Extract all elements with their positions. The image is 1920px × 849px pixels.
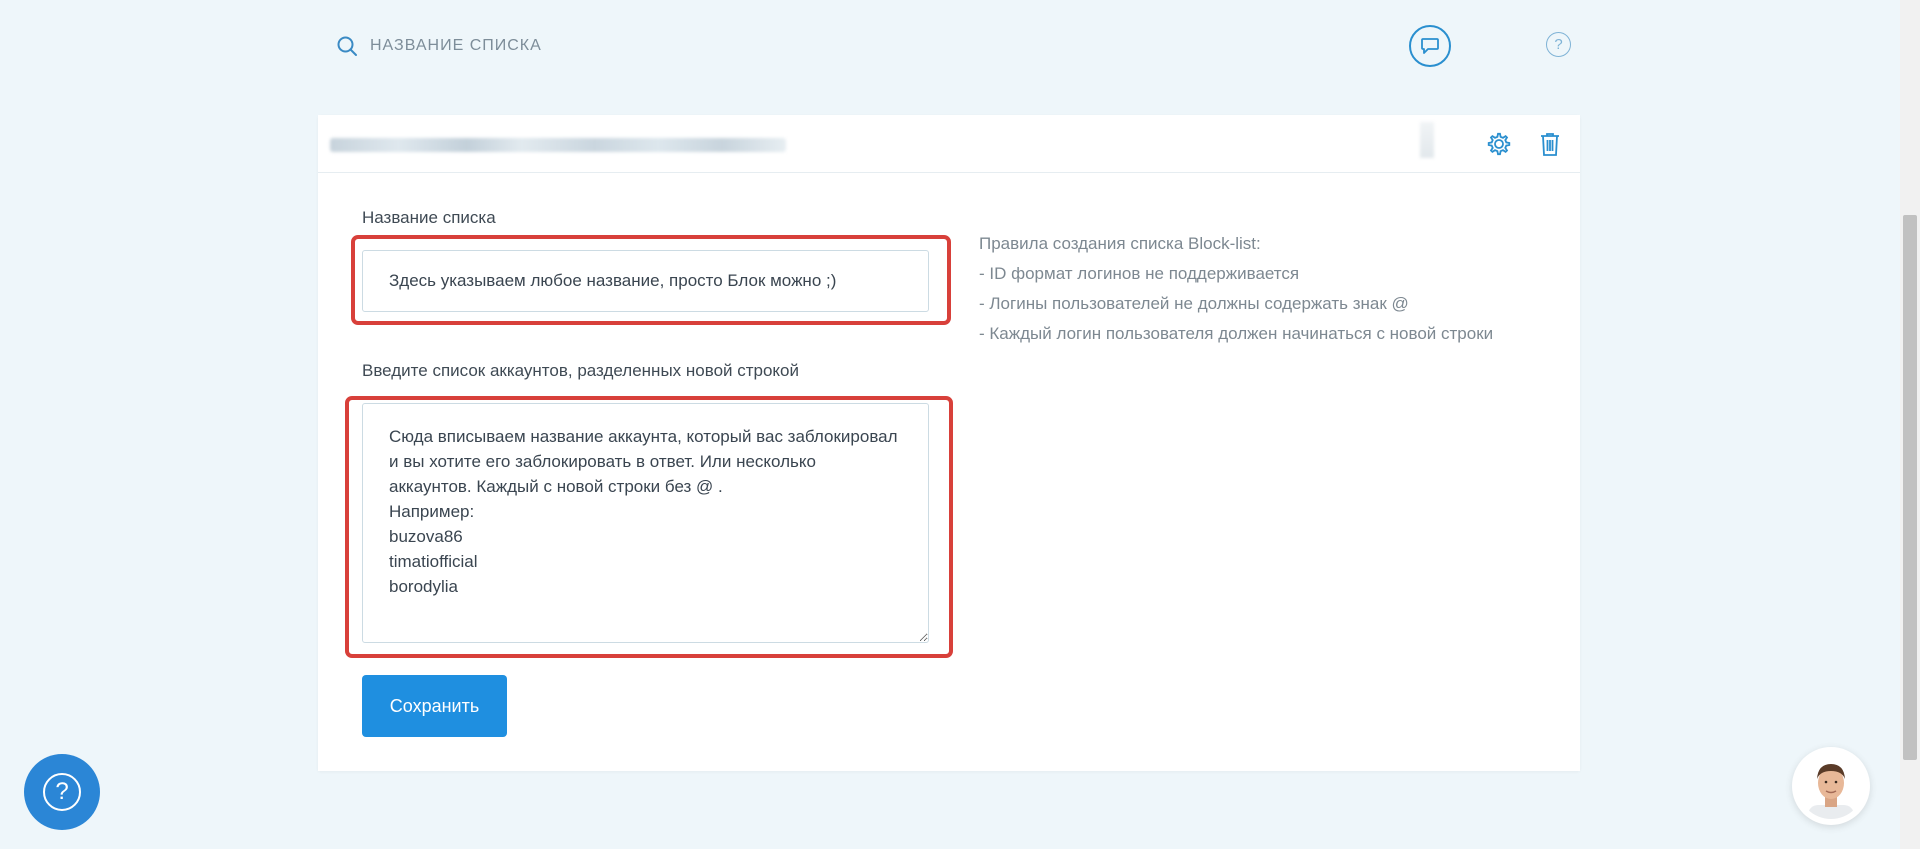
card-header	[318, 115, 1580, 173]
blurred-title	[330, 138, 786, 152]
search-input[interactable]	[370, 37, 670, 55]
chat-button[interactable]	[1409, 25, 1451, 67]
floating-help-button[interactable]: ?	[24, 754, 100, 830]
scrollbar[interactable]	[1900, 0, 1920, 849]
top-bar: ?	[0, 0, 1900, 92]
rules-title: Правила создания списка Block-list:	[979, 234, 1261, 253]
accounts-textarea[interactable]: Сюда вписываем название аккаунта, которы…	[362, 403, 929, 643]
trash-icon[interactable]	[1538, 131, 1562, 157]
help-button[interactable]: ?	[1546, 32, 1571, 57]
scrollbar-thumb[interactable]	[1903, 215, 1917, 760]
person-avatar-icon	[1798, 753, 1864, 819]
list-name-label: Название списка	[362, 208, 496, 227]
question-icon: ?	[1554, 36, 1563, 53]
rules-block: Правила создания списка Block-list: - ID…	[979, 229, 1493, 349]
rule-item: - ID формат логинов не поддерживается	[979, 264, 1300, 283]
search-icon[interactable]	[336, 35, 358, 57]
rule-item: - Каждый логин пользователя должен начин…	[979, 324, 1494, 343]
chat-bubble-icon	[1421, 38, 1439, 54]
accounts-label: Введите список аккаунтов, разделенных но…	[362, 361, 800, 380]
rule-item: - Логины пользователей не должны содержа…	[979, 294, 1409, 313]
question-icon: ?	[43, 773, 81, 811]
support-avatar[interactable]	[1792, 747, 1870, 825]
list-name-input[interactable]	[362, 250, 929, 312]
blocklist-card: Название списка Введите список аккаунтов…	[318, 115, 1580, 771]
blurred-element	[1420, 122, 1434, 158]
gear-icon[interactable]	[1486, 131, 1512, 157]
save-button[interactable]: Сохранить	[362, 675, 507, 737]
search-bar	[336, 33, 670, 59]
